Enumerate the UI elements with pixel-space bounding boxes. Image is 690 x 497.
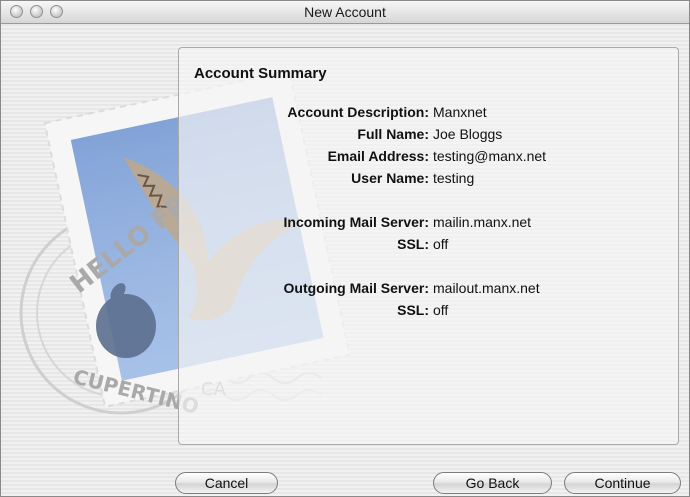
summary-value: Joe Bloggs xyxy=(433,126,503,142)
summary-row-email-address: Email Address: testing@manx.net xyxy=(179,148,680,168)
summary-value: off xyxy=(433,236,449,252)
title-bar: New Account xyxy=(1,1,689,24)
summary-label: Account Description: xyxy=(287,104,429,120)
summary-label: Incoming Mail Server: xyxy=(283,214,429,230)
continue-button[interactable]: Continue xyxy=(564,472,681,494)
summary-row-user-name: User Name: testing xyxy=(179,170,680,190)
account-summary-heading: Account Summary xyxy=(194,65,327,82)
new-account-window: New Account HELLO FR CUPERTINO Account S… xyxy=(0,0,690,497)
account-summary-panel: Account Summary Account Description: Man… xyxy=(178,47,679,445)
summary-row-incoming-ssl: SSL: off xyxy=(179,236,680,256)
summary-value: Manxnet xyxy=(433,104,487,120)
summary-value: mailin.manx.net xyxy=(433,214,532,230)
window-title: New Account xyxy=(304,4,386,20)
summary-label: Email Address: xyxy=(327,148,429,164)
summary-label: SSL: xyxy=(397,302,429,318)
summary-value: off xyxy=(433,302,449,318)
summary-row-incoming-server: Incoming Mail Server: mailin.manx.net xyxy=(179,214,680,234)
summary-value: testing@manx.net xyxy=(433,148,547,164)
summary-label: User Name: xyxy=(351,170,429,186)
summary-row-full-name: Full Name: Joe Bloggs xyxy=(179,126,680,146)
summary-label: Full Name: xyxy=(357,126,429,142)
summary-label: Outgoing Mail Server: xyxy=(283,280,429,296)
cancel-button[interactable]: Cancel xyxy=(175,472,278,494)
summary-label: SSL: xyxy=(397,236,429,252)
summary-row-account-description: Account Description: Manxnet xyxy=(179,104,680,124)
summary-value: testing xyxy=(433,170,475,186)
summary-row-outgoing-server: Outgoing Mail Server: mailout.manx.net xyxy=(179,280,680,300)
summary-row-outgoing-ssl: SSL: off xyxy=(179,302,680,322)
summary-value: mailout.manx.net xyxy=(433,280,540,296)
go-back-button[interactable]: Go Back xyxy=(433,472,552,494)
